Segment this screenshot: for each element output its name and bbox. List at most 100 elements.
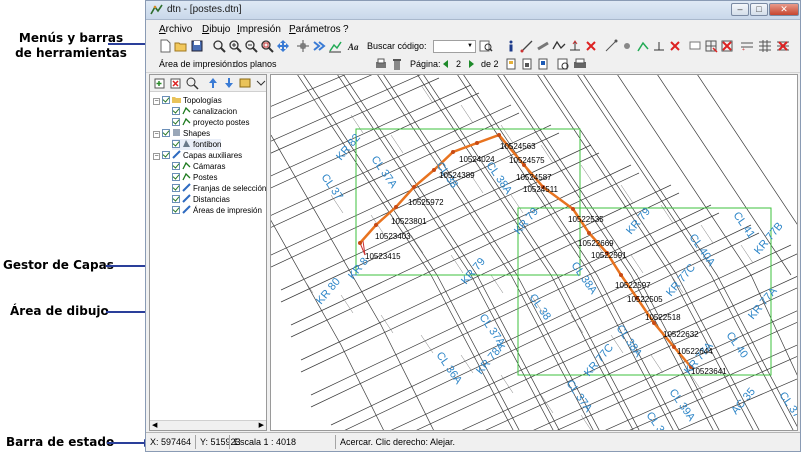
layer-fontibon[interactable]: fontibon bbox=[172, 139, 222, 150]
layer-label: Capas auxiliares bbox=[183, 151, 243, 160]
pole-label: 10524024 bbox=[459, 155, 495, 164]
pole-label: 10523641 bbox=[691, 367, 727, 376]
layer-checkbox[interactable] bbox=[172, 206, 180, 214]
delete-icon[interactable] bbox=[584, 39, 598, 53]
layer-checkbox[interactable] bbox=[172, 184, 180, 192]
pole-label: 10522505 bbox=[627, 295, 663, 304]
pan-icon[interactable] bbox=[276, 39, 290, 53]
close-button[interactable]: ✕ bbox=[769, 3, 799, 16]
find-icon[interactable] bbox=[479, 39, 493, 53]
layer-checkbox[interactable] bbox=[172, 140, 180, 148]
table-grid-icon[interactable] bbox=[758, 39, 772, 53]
pole-label: 10522591 bbox=[591, 251, 627, 260]
menu-dibujo[interactable]: Dibujo bbox=[202, 24, 230, 35]
forward-icon[interactable] bbox=[312, 39, 326, 53]
topology-icon bbox=[182, 161, 191, 170]
menu-help[interactable]: ? bbox=[343, 24, 349, 35]
text-icon[interactable]: Aa bbox=[347, 39, 361, 53]
annotation-layers: Gestor de Capas bbox=[3, 258, 114, 272]
layer-postes[interactable]: Postes bbox=[172, 172, 217, 183]
angle-icon[interactable] bbox=[636, 39, 650, 53]
layer-checkbox[interactable] bbox=[162, 151, 170, 159]
page-next-icon[interactable] bbox=[520, 57, 534, 71]
prev-page-icon[interactable] bbox=[439, 57, 453, 71]
layer-proyecto-postes[interactable]: proyecto postes bbox=[172, 117, 249, 128]
printer-settings-icon[interactable] bbox=[374, 57, 388, 71]
collapse-icon[interactable]: − bbox=[153, 153, 160, 160]
menu-impresion[interactable]: Impresión bbox=[237, 24, 281, 35]
layer-checkbox[interactable] bbox=[172, 107, 180, 115]
zoom-window-icon[interactable] bbox=[212, 39, 226, 53]
annotation-drawing: Área de dibujo bbox=[10, 304, 109, 318]
new-icon[interactable] bbox=[158, 39, 172, 53]
comment-icon[interactable] bbox=[688, 39, 702, 53]
chevron-down-icon[interactable]: ▼ bbox=[465, 41, 475, 52]
measure-icon[interactable] bbox=[536, 39, 550, 53]
layer-areas-impresion[interactable]: Áreas de impresión bbox=[172, 205, 262, 216]
collapse-icon[interactable]: − bbox=[153, 98, 160, 105]
map-canvas[interactable]: KR 82 CL 37A CL 37 CL 38 CL 38A KR 79 KR… bbox=[271, 75, 798, 431]
next-page-icon[interactable] bbox=[464, 57, 478, 71]
menu-archivo[interactable]: Archivo bbox=[159, 24, 192, 35]
remove-layer-icon[interactable] bbox=[169, 76, 183, 90]
chart-icon[interactable] bbox=[328, 39, 342, 53]
segment-icon[interactable] bbox=[604, 39, 618, 53]
layer-menu-icon[interactable] bbox=[254, 76, 267, 90]
layer-checkbox[interactable] bbox=[172, 162, 180, 170]
layer-group-capas-auxiliares[interactable]: − Capas auxiliares bbox=[153, 150, 242, 161]
scroll-right-icon[interactable]: ▶ bbox=[259, 421, 264, 429]
add-layer-icon[interactable] bbox=[153, 76, 167, 90]
maximize-button[interactable]: □ bbox=[750, 3, 768, 16]
polyline-icon[interactable] bbox=[552, 39, 566, 53]
table-delete-icon[interactable] bbox=[776, 39, 790, 53]
move-down-icon[interactable] bbox=[222, 76, 236, 90]
open-icon[interactable] bbox=[174, 39, 188, 53]
minimize-button[interactable]: – bbox=[731, 3, 749, 16]
auxiliary-icon bbox=[182, 183, 191, 192]
point-icon[interactable] bbox=[620, 39, 634, 53]
topology-icon bbox=[182, 172, 191, 181]
layer-properties-icon[interactable] bbox=[238, 76, 252, 90]
layer-checkbox[interactable] bbox=[172, 195, 180, 203]
layer-distancias[interactable]: Distancias bbox=[172, 194, 230, 205]
remove-icon[interactable] bbox=[668, 39, 682, 53]
drawing-area[interactable]: KR 82 CL 37A CL 37 CL 38 CL 38A KR 79 KR… bbox=[270, 74, 798, 431]
trash-icon[interactable] bbox=[390, 57, 404, 71]
line-icon[interactable] bbox=[520, 39, 534, 53]
layer-canalizacion[interactable]: canalizacion bbox=[172, 106, 237, 117]
grid-delete-icon[interactable] bbox=[720, 39, 734, 53]
street-label: CL 38A bbox=[614, 323, 645, 360]
print-preview-icon[interactable] bbox=[556, 57, 570, 71]
print-icon[interactable] bbox=[573, 57, 587, 71]
collapse-icon[interactable]: − bbox=[153, 131, 160, 138]
layer-franjas[interactable]: Franjas de selección bbox=[172, 183, 266, 194]
layer-checkbox[interactable] bbox=[162, 129, 170, 137]
layer-checkbox[interactable] bbox=[172, 173, 180, 181]
move-up-icon[interactable] bbox=[206, 76, 220, 90]
table-icon[interactable]: + bbox=[740, 39, 754, 53]
zoom-extents-icon[interactable] bbox=[260, 39, 274, 53]
zoom-in-icon[interactable] bbox=[228, 39, 242, 53]
print-area-value[interactable]: dos planos bbox=[233, 59, 277, 69]
layer-group-topologias[interactable]: − Topologías bbox=[153, 95, 222, 106]
menu-parametros[interactable]: Parámetros bbox=[289, 24, 341, 35]
title-bar[interactable]: dtn - [postes.dtn] – □ ✕ bbox=[146, 1, 800, 20]
scroll-left-icon[interactable]: ◀ bbox=[152, 421, 157, 429]
zoom-layer-icon[interactable] bbox=[185, 76, 199, 90]
zoom-out-icon[interactable] bbox=[244, 39, 258, 53]
page-last-icon[interactable] bbox=[536, 57, 550, 71]
layer-checkbox[interactable] bbox=[172, 118, 180, 126]
split-icon[interactable] bbox=[652, 39, 666, 53]
layer-scrollbar[interactable]: ◀ ▶ bbox=[150, 420, 266, 430]
crosshair-icon[interactable] bbox=[296, 39, 310, 53]
page-setup-icon[interactable] bbox=[504, 57, 518, 71]
layer-checkbox[interactable] bbox=[162, 96, 170, 104]
search-code-combo[interactable]: ▼ bbox=[433, 40, 476, 53]
save-icon[interactable] bbox=[190, 39, 204, 53]
node-icon[interactable] bbox=[568, 39, 582, 53]
info-icon[interactable] bbox=[504, 39, 518, 53]
grid-icon[interactable] bbox=[704, 39, 718, 53]
annotation-status-connector bbox=[107, 442, 145, 444]
layer-camaras[interactable]: Cámaras bbox=[172, 161, 225, 172]
layer-group-shapes[interactable]: − Shapes bbox=[153, 128, 210, 139]
